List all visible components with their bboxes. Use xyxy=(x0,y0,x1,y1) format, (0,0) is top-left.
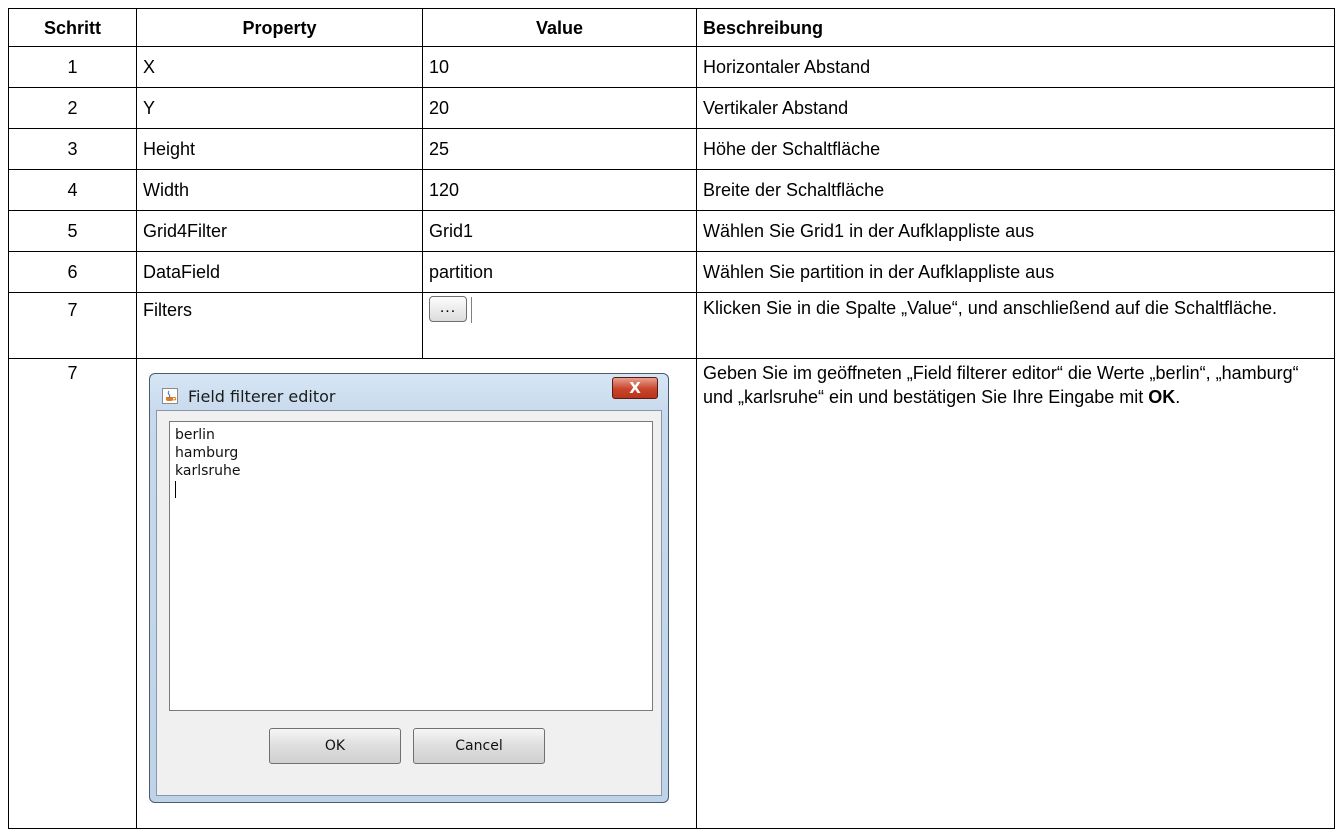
step-cell: 6 xyxy=(8,251,137,293)
table-header-row: Schritt Property Value Beschreibung xyxy=(8,8,1335,47)
dialog-screenshot-cell: Field filterer editor X berlin hamburg k… xyxy=(136,358,697,829)
property-cell: Height xyxy=(136,128,423,170)
property-cell: Filters xyxy=(136,292,423,359)
textarea-line: karlsruhe xyxy=(175,463,241,479)
property-cell: DataField xyxy=(136,251,423,293)
textarea-line: hamburg xyxy=(175,445,239,461)
header-value: Value xyxy=(422,8,697,47)
header-description: Beschreibung xyxy=(696,8,1335,47)
java-cup-icon xyxy=(162,388,178,404)
ellipsis-button[interactable]: ... xyxy=(429,296,472,323)
table-row: 1 X 10 Horizontaler Abstand xyxy=(8,46,1335,88)
table-row: 2 Y 20 Vertikaler Abstand xyxy=(8,87,1335,129)
property-cell: Width xyxy=(136,169,423,211)
value-cell: 10 xyxy=(422,46,697,88)
description-bold-ok: OK xyxy=(1148,387,1176,407)
step-cell: 4 xyxy=(8,169,137,211)
ellipsis-label: ... xyxy=(439,299,457,316)
description-text-end: . xyxy=(1175,387,1181,407)
cancel-button[interactable]: Cancel xyxy=(413,728,545,764)
table-row: 4 Width 120 Breite der Schaltfläche xyxy=(8,169,1335,211)
property-cell: Grid4Filter xyxy=(136,210,423,252)
description-text: Geben Sie im geöffneten „Field filterer … xyxy=(703,363,1299,407)
filter-values-textarea[interactable]: berlin hamburg karlsruhe xyxy=(169,421,653,711)
step-cell: 1 xyxy=(8,46,137,88)
property-cell: Y xyxy=(136,87,423,129)
textarea-line: berlin xyxy=(175,427,215,443)
step-cell: 7 xyxy=(8,292,137,359)
step-cell: 2 xyxy=(8,87,137,129)
property-cell: X xyxy=(136,46,423,88)
description-cell: Höhe der Schaltfläche xyxy=(696,128,1335,170)
header-property: Property xyxy=(136,8,423,47)
dialog-title: Field filterer editor xyxy=(188,387,336,406)
step-cell: 3 xyxy=(8,128,137,170)
table-row: 5 Grid4Filter Grid1 Wählen Sie Grid1 in … xyxy=(8,210,1335,252)
value-cell: ... xyxy=(422,292,697,359)
text-caret xyxy=(175,480,647,498)
description-cell: Vertikaler Abstand xyxy=(696,87,1335,129)
step-cell: 5 xyxy=(8,210,137,252)
steps-table: Schritt Property Value Beschreibung 1 X … xyxy=(8,8,1335,829)
description-cell: Horizontaler Abstand xyxy=(696,46,1335,88)
description-cell: Wählen Sie partition in der Aufklapplist… xyxy=(696,251,1335,293)
description-cell: Klicken Sie in die Spalte „Value“, und a… xyxy=(696,292,1335,359)
dialog-titlebar[interactable]: Field filterer editor X xyxy=(150,374,668,410)
value-cell: 25 xyxy=(422,128,697,170)
table-row: 3 Height 25 Höhe der Schaltfläche xyxy=(8,128,1335,170)
table-row: 7 Filters ... Klicken Sie in die Spalte … xyxy=(8,292,1335,359)
header-step: Schritt xyxy=(8,8,137,47)
field-filterer-dialog: Field filterer editor X berlin hamburg k… xyxy=(149,373,669,803)
dialog-body: berlin hamburg karlsruhe OK Cancel xyxy=(156,410,662,796)
close-icon: X xyxy=(629,379,641,397)
description-cell: Wählen Sie Grid1 in der Aufklappliste au… xyxy=(696,210,1335,252)
page: Schritt Property Value Beschreibung 1 X … xyxy=(0,0,1337,840)
value-cell: Grid1 xyxy=(422,210,697,252)
step-cell: 7 xyxy=(8,358,137,829)
close-button[interactable]: X xyxy=(612,377,658,399)
table-row: 6 DataField partition Wählen Sie partiti… xyxy=(8,251,1335,293)
description-cell: Breite der Schaltfläche xyxy=(696,169,1335,211)
value-cell: 20 xyxy=(422,87,697,129)
description-cell: Geben Sie im geöffneten „Field filterer … xyxy=(696,358,1335,829)
value-cell: 120 xyxy=(422,169,697,211)
ok-button[interactable]: OK xyxy=(269,728,401,764)
table-row: 7 Field filterer editor X berlin hamburg… xyxy=(8,358,1335,829)
value-cell: partition xyxy=(422,251,697,293)
